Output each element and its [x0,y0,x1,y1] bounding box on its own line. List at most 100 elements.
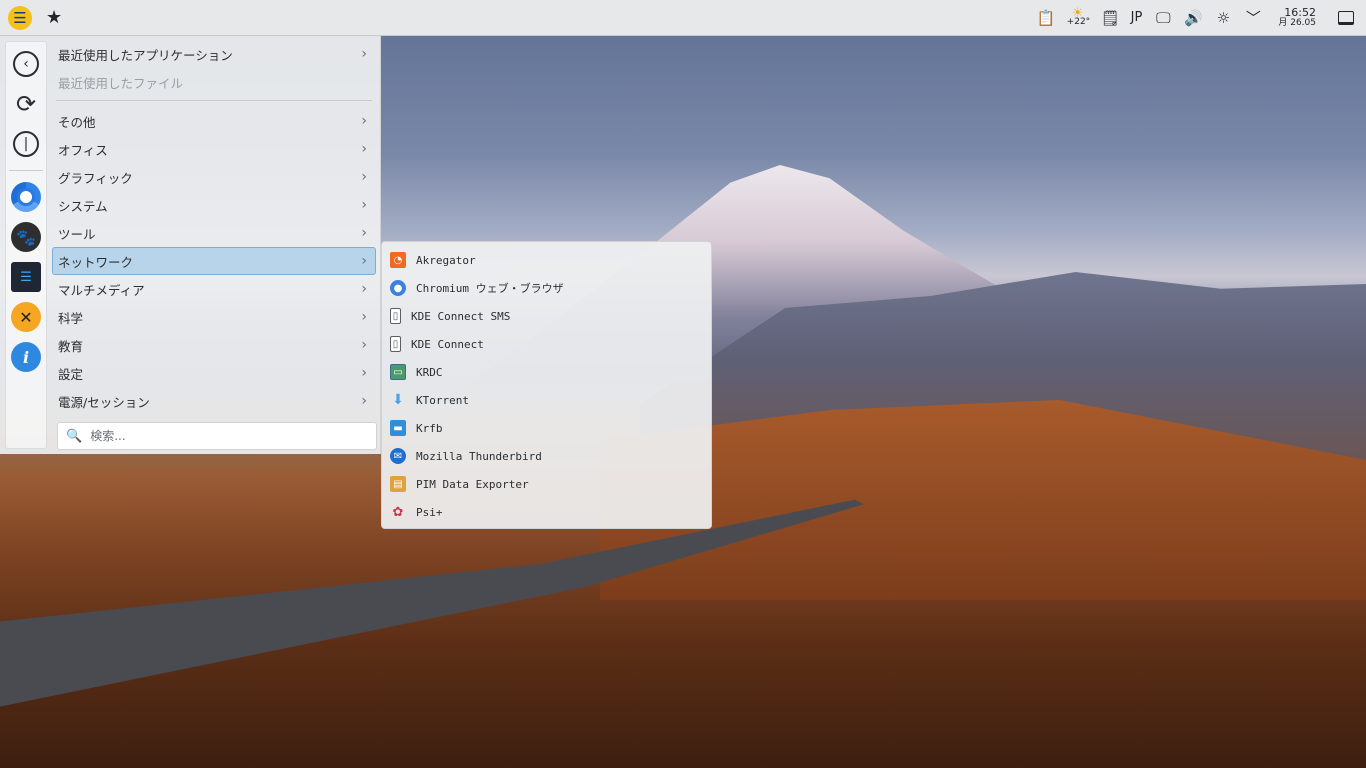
favorite-gimp[interactable]: 🐾 [10,221,42,253]
menu-icon: ☰ [13,8,27,27]
network-submenu: ◔ Akregator ● Chromium ウェブ・ブラウザ ▯ KDE Co… [381,241,712,529]
search-box[interactable]: 🔍 [57,422,377,450]
digital-clock[interactable]: 16:52 月 26.05 [1278,7,1316,29]
category-graphics[interactable]: グラフィック › [52,163,376,191]
app-kde-connect[interactable]: ▯ KDE Connect [382,330,711,358]
refresh-icon: ⟳ [15,90,37,118]
gimp-icon: 🐾 [11,222,41,252]
app-akregator[interactable]: ◔ Akregator [382,246,711,274]
app-ktorrent[interactable]: ⬇ KTorrent [382,386,711,414]
search-input[interactable] [90,429,361,443]
chevron-down-icon[interactable]: ﹀ [1244,7,1262,28]
category-science[interactable]: 科学 › [52,303,376,331]
menu-sidebar: ‹ ⟳ | 🐾 ☰ ✕ i [5,41,47,449]
chevron-right-icon: › [361,141,367,157]
wallpaper-road [0,499,864,707]
chevron-right-icon: › [361,225,367,241]
favorite-chromium[interactable] [10,181,42,213]
app-label: Krfb [416,421,443,435]
category-system[interactable]: システム › [52,191,376,219]
power-button[interactable]: | [10,128,42,160]
download-icon: ⬇ [392,392,404,408]
chevron-right-icon: › [361,365,367,381]
app-chromium[interactable]: ● Chromium ウェブ・ブラウザ [382,274,711,302]
star-icon[interactable]: ★ [46,7,62,28]
chevron-right-icon: › [361,169,367,185]
clock-date: 月 26.05 [1278,17,1316,28]
chromium-icon: ● [390,280,406,296]
category-recent-apps[interactable]: 最近使用したアプリケーション › [52,40,376,68]
category-list: 最近使用したアプリケーション › 最近使用したファイル その他 › オフィス ›… [52,40,376,415]
application-launcher-button[interactable]: ☰ [8,5,32,30]
exporter-icon: ▤ [390,476,406,492]
category-multimedia[interactable]: マルチメディア › [52,275,376,303]
category-recent-files: 最近使用したファイル [52,68,376,96]
category-label: 設定 [58,366,84,382]
phone-icon: ▯ [390,308,401,324]
phone-icon: ▯ [390,336,401,352]
weather-widget[interactable]: ☀ +22° [1066,7,1091,27]
chevron-right-icon: › [361,337,367,353]
settings-icon: ☰ [11,262,41,292]
category-label: ツール [58,226,96,242]
app-psi-plus[interactable]: ✿ Psi+ [382,498,711,526]
app-label: KDE Connect [411,337,484,351]
app-kde-connect-sms[interactable]: ▯ KDE Connect SMS [382,302,711,330]
category-settings[interactable]: 設定 › [52,359,376,387]
menu-divider [56,100,372,101]
category-network[interactable]: ネットワーク › [52,247,376,275]
category-other[interactable]: その他 › [52,107,376,135]
category-tools[interactable]: ツール › [52,219,376,247]
app-label: PIM Data Exporter [416,477,529,491]
category-label: グラフィック [58,170,133,186]
chevron-right-icon: › [361,197,367,213]
notes-icon[interactable]: 🗒 [1101,9,1120,27]
favorite-info[interactable]: i [10,341,42,373]
show-desktop-button[interactable] [1338,10,1354,25]
app-krfb[interactable]: ▬ Krfb [382,414,711,442]
top-panel: ☰ ★ 📋 ☀ +22° 🗒 JP 🖵 🔊 ☼ ﹀ 16:52 月 26.05 [0,0,1366,36]
chevron-right-icon: › [361,46,367,62]
refresh-button[interactable]: ⟳ [10,88,42,120]
remote-desktop-icon: ▭ [390,364,406,380]
thunderbird-icon: ✉ [390,448,406,464]
chromium-icon [11,182,41,212]
app-label: Psi+ [416,505,443,519]
psi-icon: ✿ [392,504,404,520]
chevron-right-icon: › [361,253,367,269]
app-label: KDE Connect SMS [411,309,511,323]
volume-icon[interactable]: 🔊 [1184,9,1203,27]
weather-temperature: +22° [1066,16,1091,27]
category-label: 科学 [58,310,84,326]
favorite-system-settings[interactable]: ☰ [10,261,42,293]
back-button[interactable]: ‹ [10,48,42,80]
category-office[interactable]: オフィス › [52,135,376,163]
clipboard-icon[interactable]: 📋 [1037,9,1056,27]
category-label: オフィス [58,142,108,158]
category-label: システム [58,198,108,214]
app-label: KRDC [416,365,443,379]
chevron-right-icon: › [361,393,367,409]
app-label: Akregator [416,253,476,267]
category-education[interactable]: 教育 › [52,331,376,359]
display-icon[interactable]: 🖵 [1154,9,1172,27]
category-label: ネットワーク [58,254,134,270]
category-power-session[interactable]: 電源/セッション › [52,387,376,415]
category-label: その他 [58,114,96,130]
rss-icon: ◔ [390,252,406,268]
app-thunderbird[interactable]: ✉ Mozilla Thunderbird [382,442,711,470]
app-label: Chromium ウェブ・ブラウザ [416,282,564,295]
brightness-icon[interactable]: ☼ [1214,9,1232,27]
keyboard-layout-indicator[interactable]: JP [1131,10,1143,25]
app-pim-data-exporter[interactable]: ▤ PIM Data Exporter [382,470,711,498]
favorite-tools[interactable]: ✕ [10,301,42,333]
back-icon: ‹ [13,51,39,77]
app-label: Mozilla Thunderbird [416,449,542,463]
category-label: 教育 [58,338,84,354]
chevron-right-icon: › [361,281,367,297]
app-label: KTorrent [416,393,469,407]
category-label: マルチメディア [58,282,145,298]
app-krdc[interactable]: ▭ KRDC [382,358,711,386]
category-label: 最近使用したファイル [58,75,184,91]
clock-time: 16:52 [1284,5,1316,19]
